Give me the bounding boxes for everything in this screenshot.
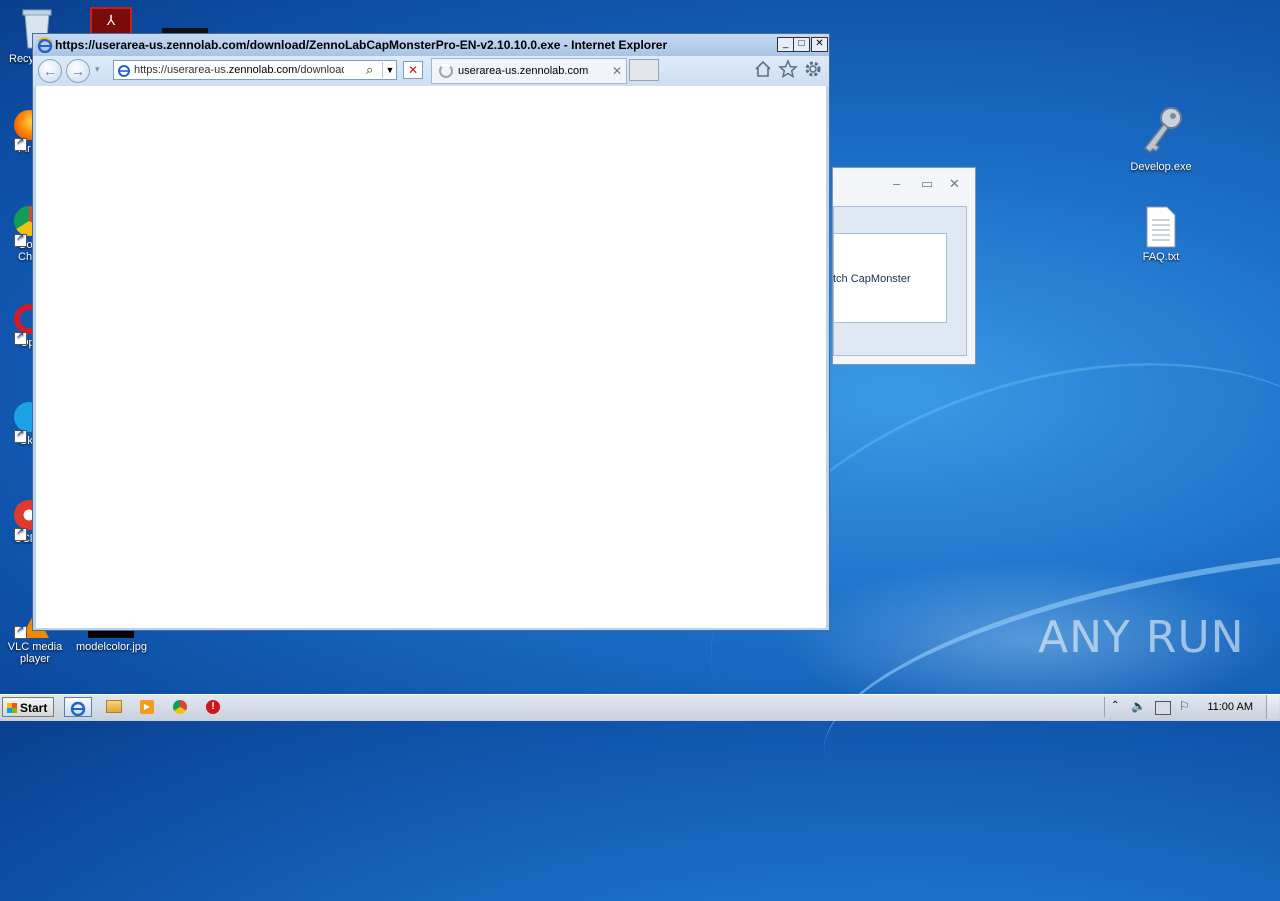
media-player-icon: ▶: [140, 700, 154, 714]
address-suffix: /download/Ze: [297, 64, 344, 76]
system-tray: ⌃ 🔈 ⚐ 11:00 AM: [1104, 695, 1279, 719]
tab-label: userarea-us.zennolab.com: [458, 65, 589, 77]
windows-logo-icon: [7, 703, 17, 713]
desktop-icon-label: FAQ.txt: [1142, 251, 1180, 263]
minimize-button[interactable]: _: [777, 37, 794, 52]
tray-expand-icon[interactable]: ⌃: [1111, 700, 1119, 711]
shortcut-arrow-icon: [14, 136, 27, 151]
maximize-button[interactable]: □: [793, 37, 810, 52]
favorites-star-icon[interactable]: [778, 59, 798, 82]
volume-icon[interactable]: 🔈: [1131, 699, 1146, 713]
ie-logo-icon: [37, 37, 53, 54]
explorer-icon: [106, 700, 122, 713]
home-icon[interactable]: [753, 59, 773, 82]
text-file-icon: [1145, 206, 1177, 248]
taskbar-explorer[interactable]: [100, 697, 128, 717]
back-button[interactable]: ←: [38, 59, 62, 83]
address-bar[interactable]: https://userarea-us.zennolab.com/downloa…: [113, 60, 397, 80]
address-domain: zennolab.com: [228, 64, 298, 76]
close-icon[interactable]: ✕: [949, 176, 960, 192]
shortcut-arrow-icon: [14, 428, 27, 443]
close-button[interactable]: ✕: [811, 37, 828, 52]
page-content[interactable]: [36, 86, 826, 628]
maximize-icon[interactable]: ▭: [921, 176, 933, 192]
taskbar: Start ▶ ! ⌃ 🔈 ⚐ 11:00 AM: [0, 694, 1280, 721]
minimize-icon[interactable]: –: [893, 176, 900, 191]
shortcut-arrow-icon: [14, 526, 27, 541]
title-bar[interactable]: https://userarea-us.zennolab.com/downloa…: [33, 34, 829, 56]
internet-explorer-icon: [70, 700, 86, 719]
anyrun-watermark: ANY RUN: [1038, 612, 1245, 663]
desktop-icon-firefox[interactable]: Fir: [0, 110, 44, 155]
shortcut-arrow-icon: [14, 232, 27, 247]
desktop-icon-label: VLC media player: [7, 641, 63, 665]
taskbar-media-player[interactable]: ▶: [133, 697, 161, 717]
desktop-icon-faq[interactable]: FAQ.txt: [1126, 206, 1196, 263]
network-icon[interactable]: [1155, 701, 1171, 715]
forward-arrow-icon: →: [71, 63, 85, 79]
pdf-icon: ⅄: [106, 12, 116, 28]
shortcut-arrow-icon: [14, 330, 27, 345]
taskbar-ie[interactable]: [64, 697, 92, 717]
taskbar-stop-app[interactable]: !: [199, 697, 227, 717]
start-button[interactable]: Start: [2, 697, 54, 717]
installer-dialog[interactable]: – ▭ ✕ tch CapMonster: [832, 167, 976, 365]
desktop-icon-label: Develop.exe: [1130, 161, 1192, 173]
start-label: Start: [20, 701, 48, 715]
taskbar-chrome[interactable]: [166, 697, 194, 717]
ie-page-icon: [117, 63, 131, 80]
desktop-icon-skype[interactable]: Sk: [0, 402, 44, 447]
address-prefix: https://userarea-us.: [134, 64, 229, 76]
stop-icon: !: [206, 700, 220, 714]
new-tab-button[interactable]: [629, 59, 659, 81]
desktop-icon-ccleaner[interactable]: CCl: [0, 500, 44, 545]
ie-window[interactable]: https://userarea-us.zennolab.com/downloa…: [32, 33, 830, 631]
shortcut-arrow-icon: [14, 624, 27, 639]
show-desktop-button[interactable]: [1266, 695, 1279, 719]
browser-tab[interactable]: userarea-us.zennolab.com ✕: [431, 58, 627, 84]
stop-button[interactable]: ✕: [403, 61, 423, 79]
search-icon[interactable]: ⌕: [366, 62, 373, 78]
back-arrow-icon: ←: [43, 63, 57, 79]
desktop-icon-label: modelcolor.jpg: [76, 641, 147, 653]
watermark-text: ANY RUN: [1038, 612, 1245, 663]
loading-spinner-icon: [439, 64, 453, 78]
history-dropdown-icon[interactable]: ▾: [95, 64, 100, 75]
browser-toolbar: ← → ▾ https://userarea-us.zennolab.com/d…: [33, 56, 829, 86]
desktop-icon-pdf[interactable]: ⅄: [90, 7, 132, 35]
clock[interactable]: 11:00 AM: [1207, 701, 1253, 713]
window-title: https://userarea-us.zennolab.com/downloa…: [55, 38, 668, 52]
key-icon: [1137, 104, 1185, 158]
tab-close-icon[interactable]: ✕: [612, 64, 622, 78]
desktop-icon-develop[interactable]: Develop.exe: [1126, 104, 1196, 173]
dialog-message: tch CapMonster: [833, 273, 911, 285]
action-center-flag-icon[interactable]: ⚐: [1179, 699, 1190, 713]
settings-gear-icon[interactable]: [803, 59, 823, 82]
forward-button[interactable]: →: [66, 59, 90, 83]
chrome-icon: [173, 700, 187, 714]
address-dropdown-icon[interactable]: ▼: [382, 62, 397, 78]
desktop-icon-opera[interactable]: Op: [0, 304, 44, 349]
desktop-icon-chrome[interactable]: Go Chr: [0, 206, 44, 263]
